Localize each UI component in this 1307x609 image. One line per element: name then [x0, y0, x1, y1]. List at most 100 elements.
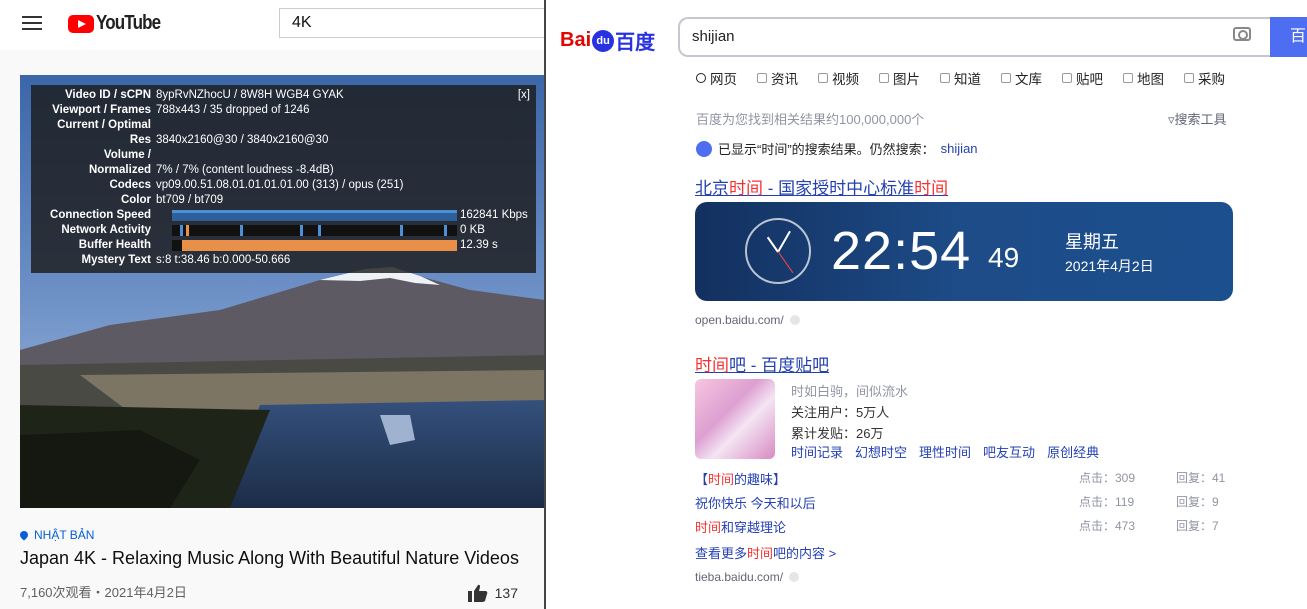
tieba-thumbnail[interactable]	[695, 379, 775, 459]
like-button[interactable]: 137	[467, 584, 518, 602]
baidu-logo-du: 百度	[615, 32, 656, 54]
question-icon	[940, 73, 950, 83]
tieba-post-link[interactable]: 祝你快乐 今天和以后	[695, 493, 816, 512]
title-highlight: 时间	[695, 356, 729, 375]
stats-row: Connection Speed 162841 Kbps	[31, 208, 536, 223]
stats-label: Mystery Text	[81, 254, 151, 266]
tab-images[interactable]: 图片	[879, 68, 920, 88]
baidu-logo-bai: Bai	[560, 29, 592, 51]
tab-zhidao[interactable]: 知道	[940, 68, 981, 88]
search-icon	[696, 73, 706, 83]
stats-value: 8ypRvNZhocU / 8W8H WGB4 GYAK	[156, 89, 344, 101]
stats-value: 788x443 / 35 dropped of 1246	[156, 104, 310, 116]
more-tieba-link[interactable]: 查看更多时间吧的内容 >	[695, 543, 836, 562]
tab-news[interactable]: 资讯	[757, 68, 798, 88]
stats-label: Volume /	[103, 149, 151, 161]
chevron-down-icon[interactable]	[789, 572, 800, 582]
baidu-paw-icon	[696, 140, 712, 157]
stats-row: Volume /	[31, 148, 536, 163]
stats-value: vp09.00.51.08.01.01.01.01.00 (313) / opu…	[156, 179, 404, 191]
post-highlight: 时间	[708, 472, 735, 487]
tab-purchase[interactable]: 采购	[1184, 68, 1225, 88]
youtube-search-input[interactable]: 4K	[279, 8, 545, 38]
tab-video[interactable]: 视频	[818, 68, 859, 88]
post-highlight: 时间	[695, 520, 722, 535]
result-title-beijing-time[interactable]: 北京时间 - 国家授时中心标准时间	[695, 174, 948, 199]
tieba-followers: 关注用户：5万人	[791, 405, 890, 420]
buffer-health-graph	[172, 240, 457, 251]
video-player[interactable]: [x] Video ID / sCPN 8ypRvNZhocU / 8W8H WG…	[20, 75, 545, 508]
tab-label: 资讯	[771, 72, 798, 87]
search-tools-button[interactable]: ▿搜索工具	[1168, 109, 1227, 128]
location-pin-icon	[18, 529, 30, 541]
stats-value: 3840x2160@30 / 3840x2160@30	[156, 134, 329, 146]
analog-clock-icon	[745, 218, 811, 284]
more-text: 查看更多	[695, 546, 748, 561]
stats-label: Buffer Health	[78, 239, 151, 251]
spelling-notice: 已显示“时间”的搜索结果。仍然搜索： shijian	[696, 139, 978, 158]
stats-row: Buffer Health 12.39 s	[31, 238, 536, 253]
title-highlight: 时间	[729, 179, 763, 198]
result-title-tieba[interactable]: 时间吧 - 百度贴吧	[695, 351, 829, 376]
tieba-link[interactable]: 吧友互动	[983, 442, 1035, 461]
tieba-link[interactable]: 时间记录	[791, 442, 843, 461]
map-icon	[1123, 73, 1133, 83]
spelling-notice-text: 已显示“时间”的搜索结果。仍然搜索：	[718, 142, 935, 157]
baidu-search-button[interactable]: 百	[1270, 17, 1307, 57]
more-highlight: 时间	[747, 546, 774, 561]
clock-hand	[777, 230, 791, 253]
stats-row: Current / Optimal	[31, 118, 536, 133]
stats-value: s:8 t:38.46 b:0.000-50.666	[156, 254, 291, 266]
tieba-icon	[1062, 73, 1072, 83]
camera-icon[interactable]	[1233, 27, 1251, 41]
baidu-logo[interactable]: Bai du 百度	[560, 26, 655, 55]
stats-row: Res 3840x2160@30 / 3840x2160@30	[31, 133, 536, 148]
post-clicks: 点击：309	[1079, 471, 1136, 485]
tieba-post-link[interactable]: 时间和穿越理论	[695, 517, 786, 536]
chevron-down-icon[interactable]	[789, 315, 800, 325]
youtube-logo-text: YouTube	[96, 12, 161, 34]
tab-tieba[interactable]: 贴吧	[1062, 68, 1103, 88]
tieba-link[interactable]: 幻想时空	[855, 442, 907, 461]
stats-label: Color	[120, 194, 151, 206]
baidu-paw-icon: du	[592, 29, 615, 52]
connection-speed-graph	[172, 210, 457, 221]
tab-web[interactable]: 网页	[696, 68, 737, 88]
stats-label: Codecs	[109, 179, 151, 191]
stats-row: Normalized 7% / 7% (content loudness -8.4…	[31, 163, 536, 178]
youtube-logo[interactable]: YouTube	[68, 12, 172, 35]
tab-label: 文库	[1015, 72, 1042, 87]
stats-label: Current / Optimal	[57, 119, 151, 131]
time-widget: 22:54 49 星期五 2021年4月2日	[695, 202, 1233, 301]
more-text: 吧的内容 >	[773, 546, 837, 561]
current-seconds: 49	[988, 242, 1020, 273]
baidu-window: Bai du 百度 shijian 百 网页 资讯 视频 图片 知道 文库 贴吧…	[546, 0, 1307, 609]
title-highlight: 时间	[914, 179, 949, 198]
post-text: 【	[695, 472, 709, 487]
tab-wenku[interactable]: 文库	[1001, 68, 1042, 88]
video-location[interactable]: NHẬT BẢN	[18, 528, 540, 542]
title-part: 吧 - 百度贴吧	[729, 356, 830, 375]
post-text: 的趣味】	[734, 472, 787, 487]
search-tabs: 网页 资讯 视频 图片 知道 文库 贴吧 地图 采购	[696, 68, 1245, 88]
location-text: NHẬT BẢN	[34, 528, 95, 542]
tieba-post-link[interactable]: 【时间的趣味】	[695, 469, 786, 488]
menu-icon[interactable]	[22, 15, 42, 31]
post-clicks: 点击：119	[1079, 495, 1135, 509]
shopping-icon	[1184, 73, 1194, 83]
document-icon	[1001, 73, 1011, 83]
tab-map[interactable]: 地图	[1123, 68, 1164, 88]
tieba-link[interactable]: 原创经典	[1047, 442, 1099, 461]
baidu-search-input[interactable]: shijian	[678, 17, 1270, 57]
tieba-link[interactable]: 理性时间	[919, 442, 971, 461]
current-weekday: 星期五	[1065, 232, 1119, 252]
stats-row: Video ID / sCPN 8ypRvNZhocU / 8W8H WGB4 G…	[31, 88, 536, 103]
result-url: tieba.baidu.com/	[695, 570, 800, 584]
original-query-link[interactable]: shijian	[941, 141, 978, 156]
video-icon	[818, 73, 828, 83]
post-clicks: 点击：473	[1079, 519, 1136, 533]
video-title: Japan 4K - Relaxing Music Along With Bea…	[20, 548, 519, 568]
stats-row: Mystery Text s:8 t:38.46 b:0.000-50.666	[31, 253, 536, 268]
tieba-posts-total: 累计发贴：26万	[791, 426, 884, 441]
stats-label: Video ID / sCPN	[64, 89, 151, 101]
